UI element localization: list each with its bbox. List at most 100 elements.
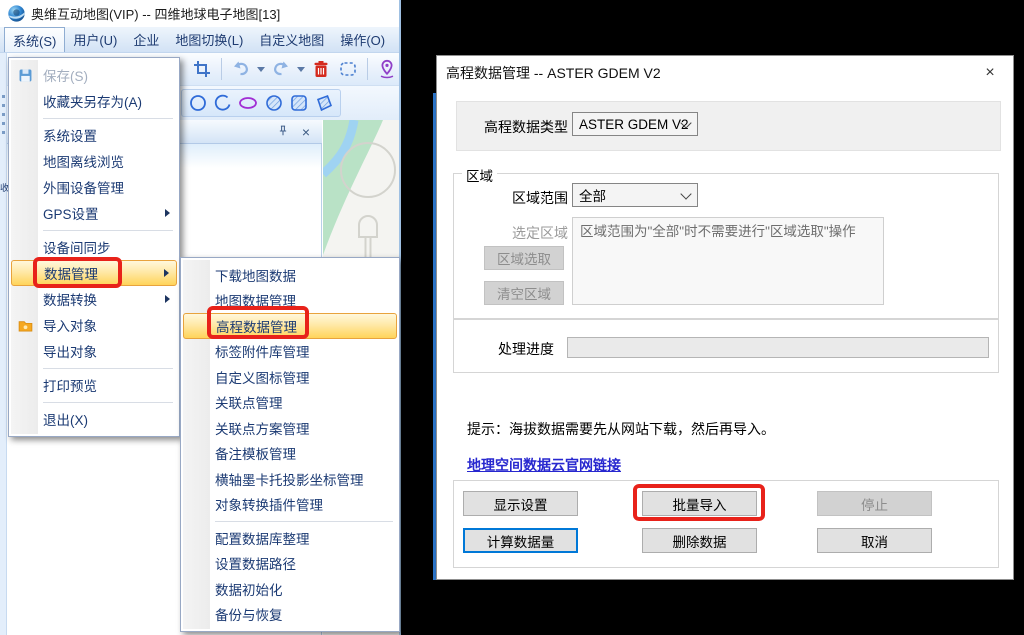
system-menu-item-label: 导入对象 <box>39 315 97 335</box>
menubar-item-view[interactable]: 视图 <box>393 27 401 52</box>
dialog-title: 高程数据管理 -- ASTER GDEM V2 <box>437 56 1013 89</box>
delete-data-button[interactable]: 删除数据 <box>642 528 757 553</box>
pin-icon[interactable] <box>276 124 290 140</box>
data-submenu-item-label: 横轴墨卡托投影坐标管理 <box>211 469 364 489</box>
menubar-item-map-switch[interactable]: 地图切换(L) <box>167 27 251 52</box>
data-submenu-item-download-map-data[interactable]: 下载地图数据 <box>183 262 397 288</box>
system-menu-item-system-settings[interactable]: 系统设置 <box>11 122 177 148</box>
data-submenu-item-label: 自定义图标管理 <box>211 367 310 387</box>
system-menu-separator <box>11 398 177 406</box>
data-submenu-item-data-initialization[interactable]: 数据初始化 <box>183 576 397 602</box>
system-menu-item-label: 保存(S) <box>39 65 88 85</box>
data-submenu-item-label-attachment-library-management[interactable]: 标签附件库管理 <box>183 339 397 365</box>
collapsed-panel-tab[interactable]: 收 <box>0 183 7 193</box>
stop-button: 停止 <box>817 491 932 516</box>
system-menu-item-peripheral-device-management[interactable]: 外围设备管理 <box>11 174 177 200</box>
progress-bar <box>567 337 989 358</box>
system-menu-item-label: 系统设置 <box>39 125 97 145</box>
system-menu-item-label: 地图离线浏览 <box>39 151 124 171</box>
cancel-button[interactable]: 取消 <box>817 528 932 553</box>
selected-region-textarea[interactable]: 区域范围为"全部"时不需要进行"区域选取"操作 <box>572 217 884 305</box>
submenu-arrow-icon <box>164 269 169 277</box>
tip-text: 提示：海拔数据需要先从网站下载，然后再导入。 <box>467 419 775 439</box>
data-submenu-item-object-conversion-plugin-management[interactable]: 对象转换插件管理 <box>183 492 397 518</box>
calculate-data-volume-button[interactable]: 计算数据量 <box>463 528 578 553</box>
system-menu-separator <box>11 226 177 234</box>
annotation-box-batch-import <box>633 484 765 521</box>
data-submenu-item-transverse-mercator-projection-coordinate-management[interactable]: 横轴墨卡托投影坐标管理 <box>183 466 397 492</box>
data-submenu-item-set-data-path[interactable]: 设置数据路径 <box>183 551 397 577</box>
region-group-label: 区域 <box>462 165 497 185</box>
redo-icon[interactable] <box>269 57 293 81</box>
undo-icon[interactable] <box>229 57 253 81</box>
crop-icon[interactable] <box>190 57 214 81</box>
close-icon[interactable]: × <box>302 125 310 139</box>
chevron-down-icon <box>682 117 691 126</box>
toolbar1-separator <box>367 58 368 80</box>
save-icon <box>11 67 39 84</box>
dialog-close-icon[interactable]: × <box>975 56 1005 89</box>
circle-icon[interactable] <box>186 91 210 115</box>
ellipse-icon[interactable] <box>236 91 260 115</box>
system-menu-item-label: GPS设置 <box>39 203 99 223</box>
menubar-item-operation[interactable]: 操作(O) <box>332 27 393 52</box>
trash-icon[interactable] <box>309 57 333 81</box>
data-submenu-item-configure-database-cleanup[interactable]: 配置数据库整理 <box>183 525 397 551</box>
toolbar-drag-handle[interactable] <box>2 95 5 139</box>
region-clear-button: 清空区域 <box>484 281 564 305</box>
system-menu-item-save: 保存(S) <box>11 62 177 88</box>
system-menu-separator <box>11 114 177 122</box>
menubar-item-enterprise[interactable]: 企业 <box>125 27 167 52</box>
region-select-button: 区域选取 <box>484 246 564 270</box>
data-submenu-item-backup-and-restore[interactable]: 备份与恢复 <box>183 602 397 628</box>
data-submenu-item-label: 配置数据库整理 <box>211 528 310 548</box>
shape-tools-strip <box>181 89 341 117</box>
data-submenu-item-label: 备份与恢复 <box>211 604 283 624</box>
location-pin-icon[interactable] <box>375 57 399 81</box>
menubar-item-custom-map[interactable]: 自定义地图 <box>251 27 332 52</box>
window-left-edge <box>0 53 7 635</box>
system-menu-item-label: 导出对象 <box>39 341 97 361</box>
hatched-polygon-icon[interactable] <box>312 91 336 115</box>
system-menu-item-label: 数据转换 <box>39 289 97 309</box>
elevation-type-combobox[interactable]: ASTER GDEM V2 <box>572 112 698 136</box>
title-bar: 奥维互动地图(VIP) -- 四维地球电子地图[13] <box>0 0 399 27</box>
region-range-label: 区域范围 <box>463 188 568 208</box>
geospatial-data-cloud-link[interactable]: 地理空间数据云官网链接 <box>467 455 621 475</box>
system-menu-item-print-preview[interactable]: 打印预览 <box>11 372 177 398</box>
system-menu-item-import-objects[interactable]: 导入对象 <box>11 312 177 338</box>
data-submenu-item-custom-icon-management[interactable]: 自定义图标管理 <box>183 364 397 390</box>
dropdown-caret-icon[interactable] <box>297 67 305 72</box>
hatched-circle-icon[interactable] <box>262 91 286 115</box>
system-menu-item-label: 收藏夹另存为(A) <box>39 91 142 111</box>
data-submenu-item-label: 标签附件库管理 <box>211 341 310 361</box>
data-submenu-item-note-template-management[interactable]: 备注模板管理 <box>183 441 397 467</box>
menubar-item-user[interactable]: 用户(U) <box>65 27 125 52</box>
arc-icon[interactable] <box>211 91 235 115</box>
dropdown-caret-icon[interactable] <box>257 67 265 72</box>
elevation-type-label: 高程数据类型 <box>463 117 568 137</box>
chevron-down-icon <box>682 188 691 197</box>
system-menu-item-exit[interactable]: 退出(X) <box>11 406 177 432</box>
region-range-combobox[interactable]: 全部 <box>572 183 698 207</box>
import-icon <box>11 317 39 334</box>
window-title: 奥维互动地图(VIP) -- 四维地球电子地图[13] <box>31 4 280 23</box>
hatched-square-icon[interactable] <box>287 91 311 115</box>
data-submenu-item-linked-point-scheme-management[interactable]: 关联点方案管理 <box>183 415 397 441</box>
annotation-box-elevation-data-management <box>207 306 309 339</box>
selection-icon[interactable] <box>336 57 360 81</box>
system-menu-item-gps-settings[interactable]: GPS设置 <box>11 200 177 226</box>
system-menu-item-map-offline-browse[interactable]: 地图离线浏览 <box>11 148 177 174</box>
submenu-arrow-icon <box>165 295 170 303</box>
system-menu-dropdown: 保存(S)收藏夹另存为(A)系统设置地图离线浏览外围设备管理GPS设置设备间同步… <box>8 57 180 437</box>
system-menu-item-data-conversion[interactable]: 数据转换 <box>11 286 177 312</box>
data-submenu-item-label: 数据初始化 <box>211 579 283 599</box>
display-settings-button[interactable]: 显示设置 <box>463 491 578 516</box>
data-submenu-item-linked-point-management[interactable]: 关联点管理 <box>183 390 397 416</box>
data-submenu-item-label: 关联点管理 <box>211 392 283 412</box>
menu-bar: 系统(S)用户(U)企业地图切换(L)自定义地图操作(O)视图 <box>0 27 399 53</box>
system-menu-item-favorites-save-as[interactable]: 收藏夹另存为(A) <box>11 88 177 114</box>
system-menu-item-export-objects[interactable]: 导出对象 <box>11 338 177 364</box>
annotation-box-data-management <box>33 257 122 288</box>
menubar-item-system[interactable]: 系统(S) <box>4 27 65 52</box>
